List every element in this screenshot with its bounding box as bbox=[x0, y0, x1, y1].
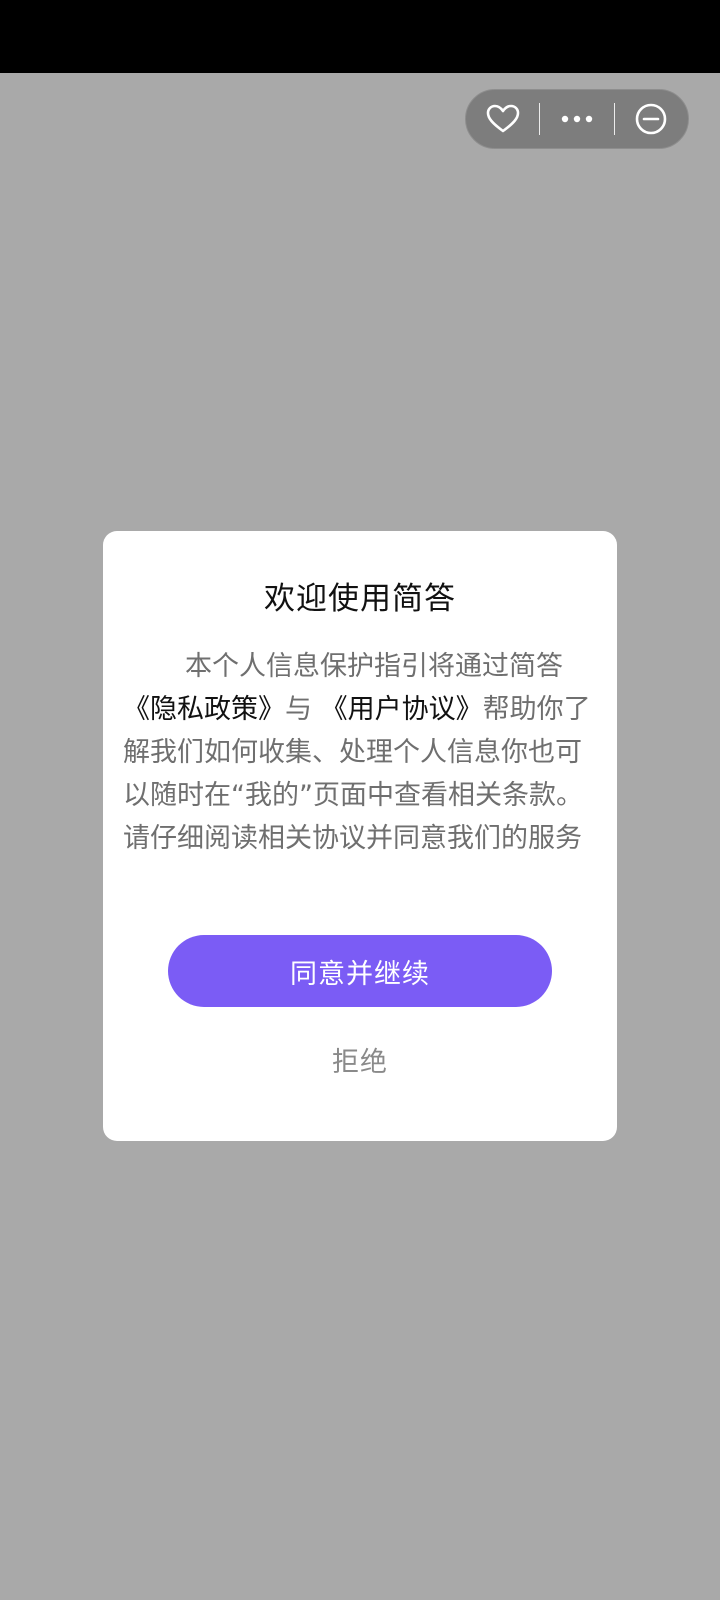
favorite-button[interactable] bbox=[466, 89, 539, 149]
privacy-policy-link[interactable]: 《隐私政策》 bbox=[123, 694, 285, 725]
dialog-body: 本个人信息保护指引将通过简答《隐私政策》与 《用户协议》帮助你了解我们如何收集、… bbox=[123, 645, 597, 860]
mini-program-capsule bbox=[465, 89, 689, 149]
more-button[interactable] bbox=[540, 89, 613, 149]
privacy-dialog: 欢迎使用简答 本个人信息保护指引将通过简答《隐私政策》与 《用户协议》帮助你了解… bbox=[103, 531, 617, 1141]
body-text: 与 bbox=[285, 694, 321, 725]
capsule-divider bbox=[539, 103, 541, 135]
minus-circle-icon bbox=[636, 103, 667, 135]
reject-button[interactable]: 拒绝 bbox=[260, 1029, 460, 1089]
body-text: 本个人信息保护指引将通过简答 bbox=[185, 651, 563, 682]
minimize-button[interactable] bbox=[615, 89, 688, 149]
agree-button[interactable]: 同意并继续 bbox=[168, 935, 552, 1007]
dialog-title: 欢迎使用简答 bbox=[264, 581, 456, 617]
status-bar bbox=[0, 0, 720, 73]
capsule-divider bbox=[613, 103, 615, 135]
heart-icon bbox=[486, 104, 519, 133]
user-agreement-link[interactable]: 《用户协议》 bbox=[321, 694, 483, 725]
more-icon bbox=[561, 115, 593, 123]
